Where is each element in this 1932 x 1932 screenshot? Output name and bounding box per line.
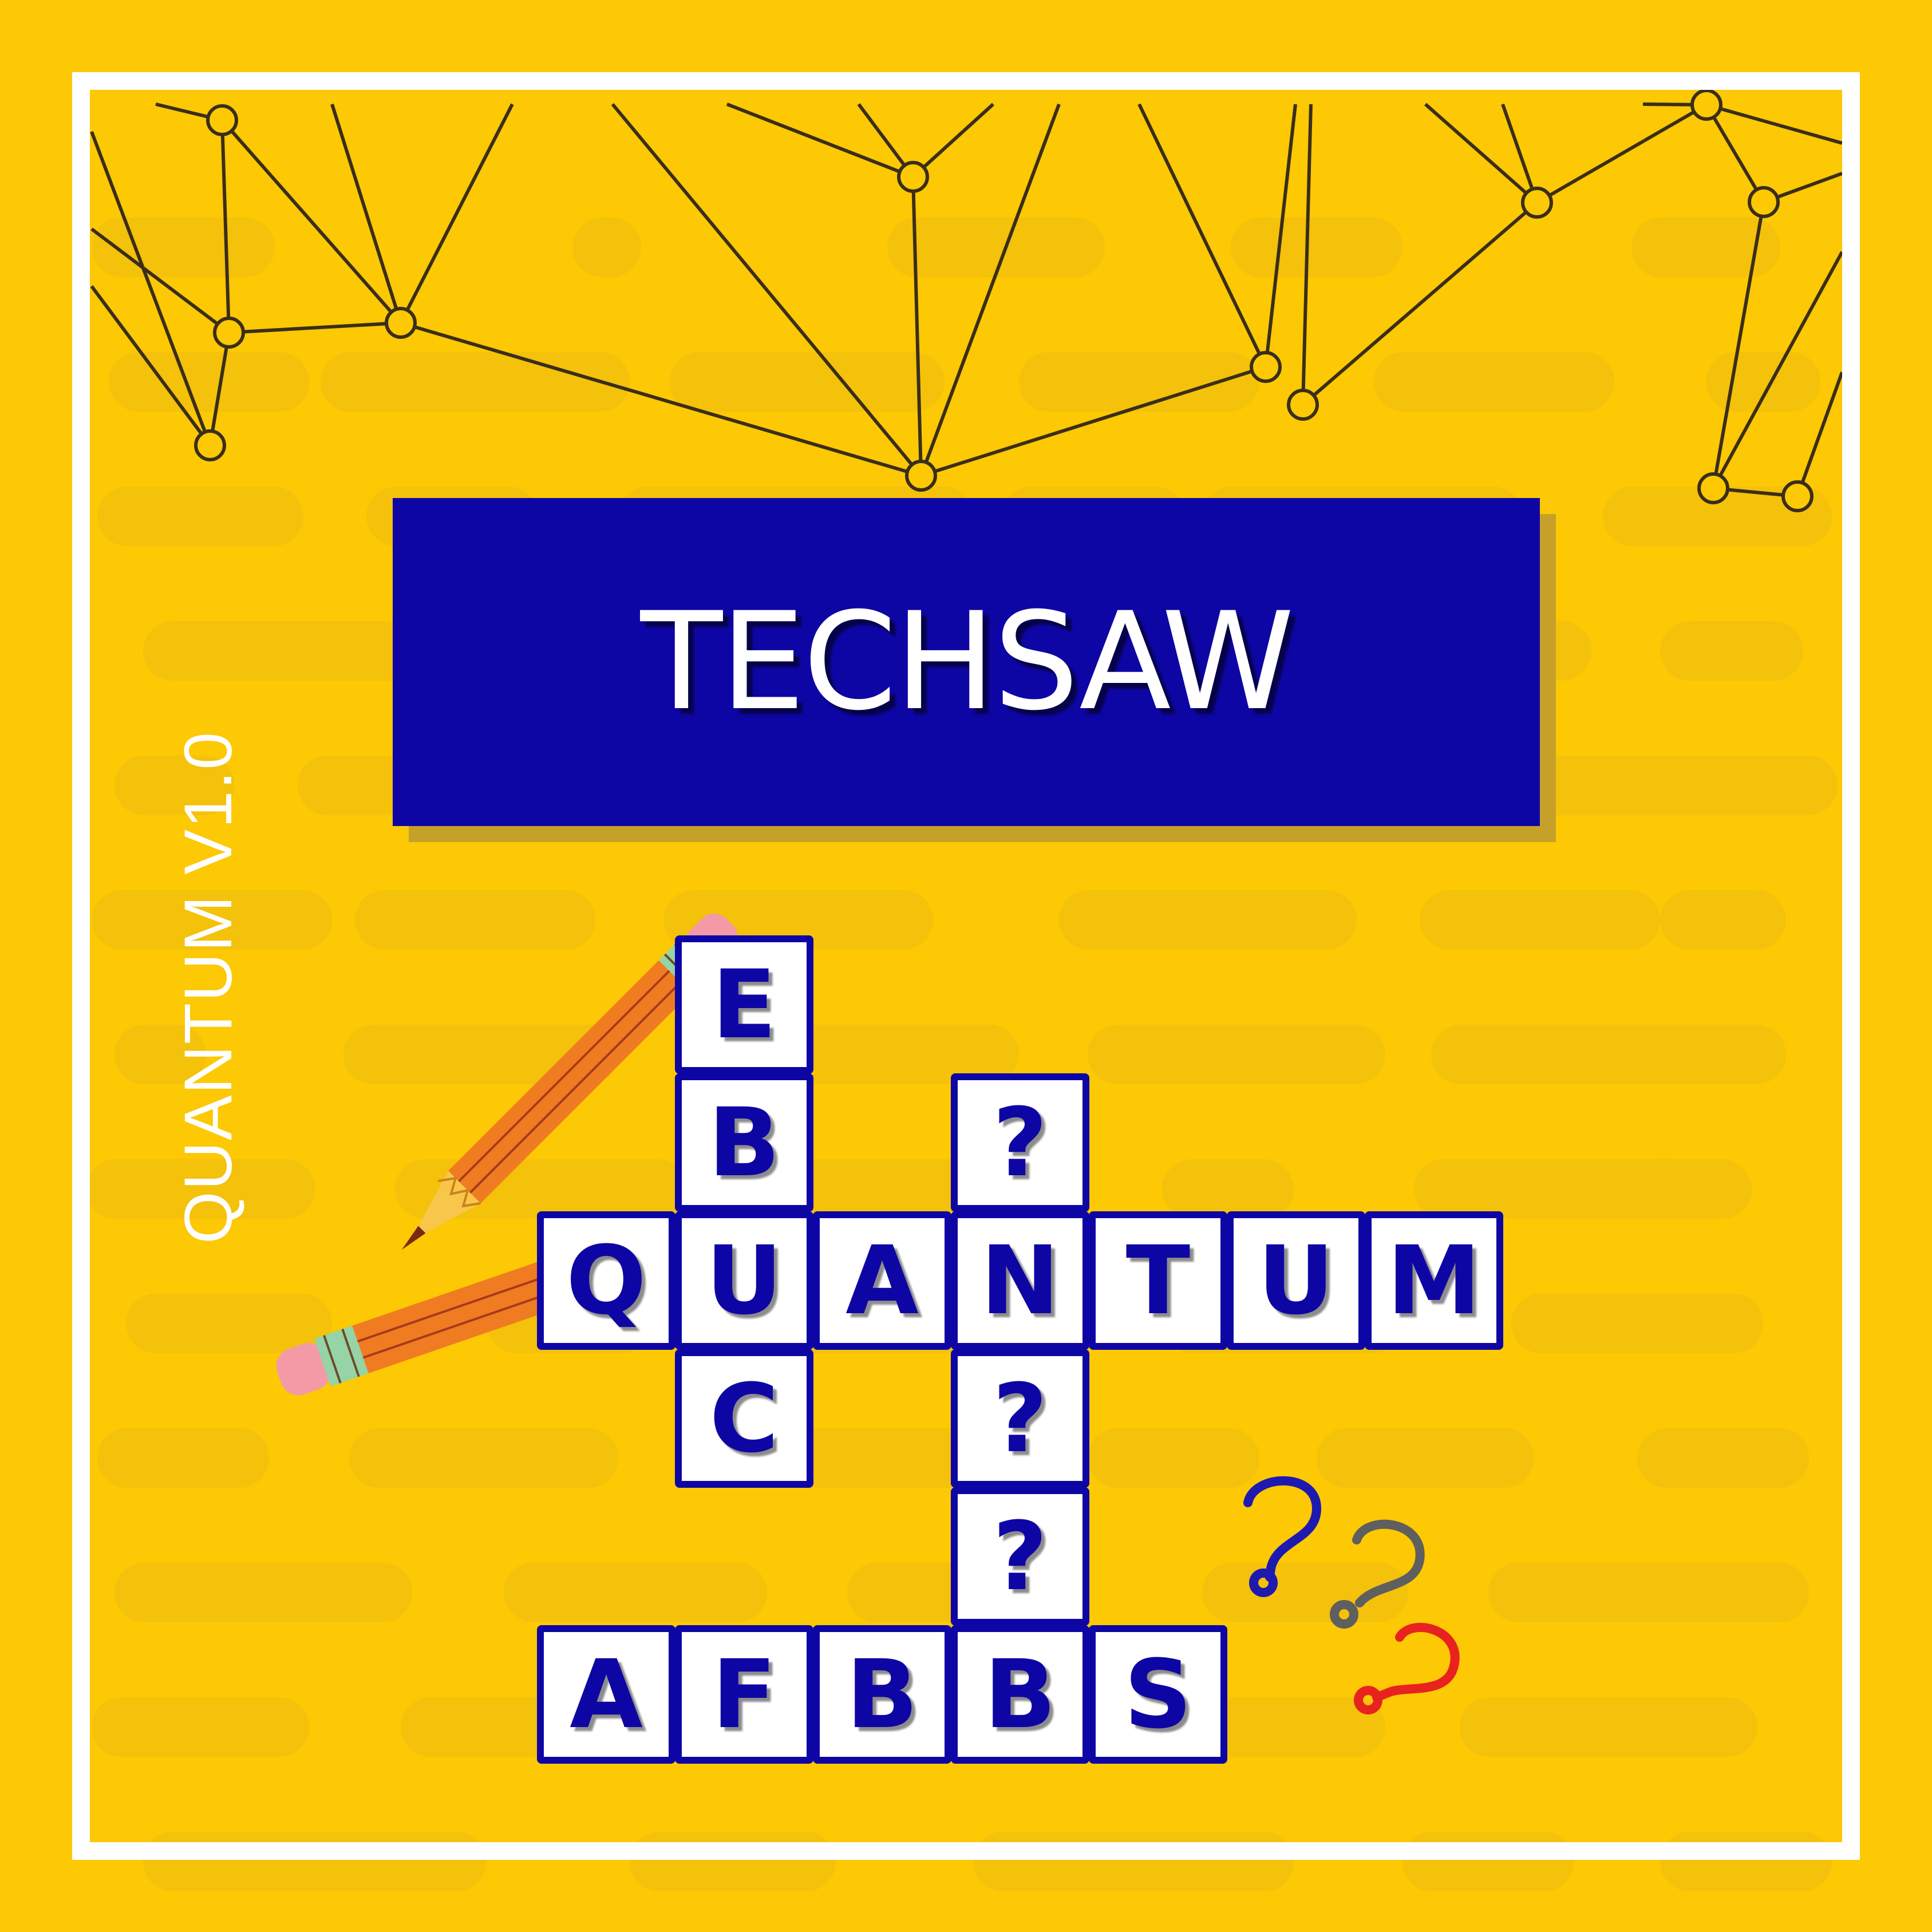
question-mark-icon [1243, 1476, 1322, 1597]
question-mark-icon [1354, 1622, 1460, 1714]
question-mark-icon [1330, 1519, 1425, 1629]
question-marks-illustration [1243, 1476, 1460, 1714]
poster: TECHSAW QUANTUM V1.0 E B Q U A N T U M C… [0, 0, 1932, 1932]
